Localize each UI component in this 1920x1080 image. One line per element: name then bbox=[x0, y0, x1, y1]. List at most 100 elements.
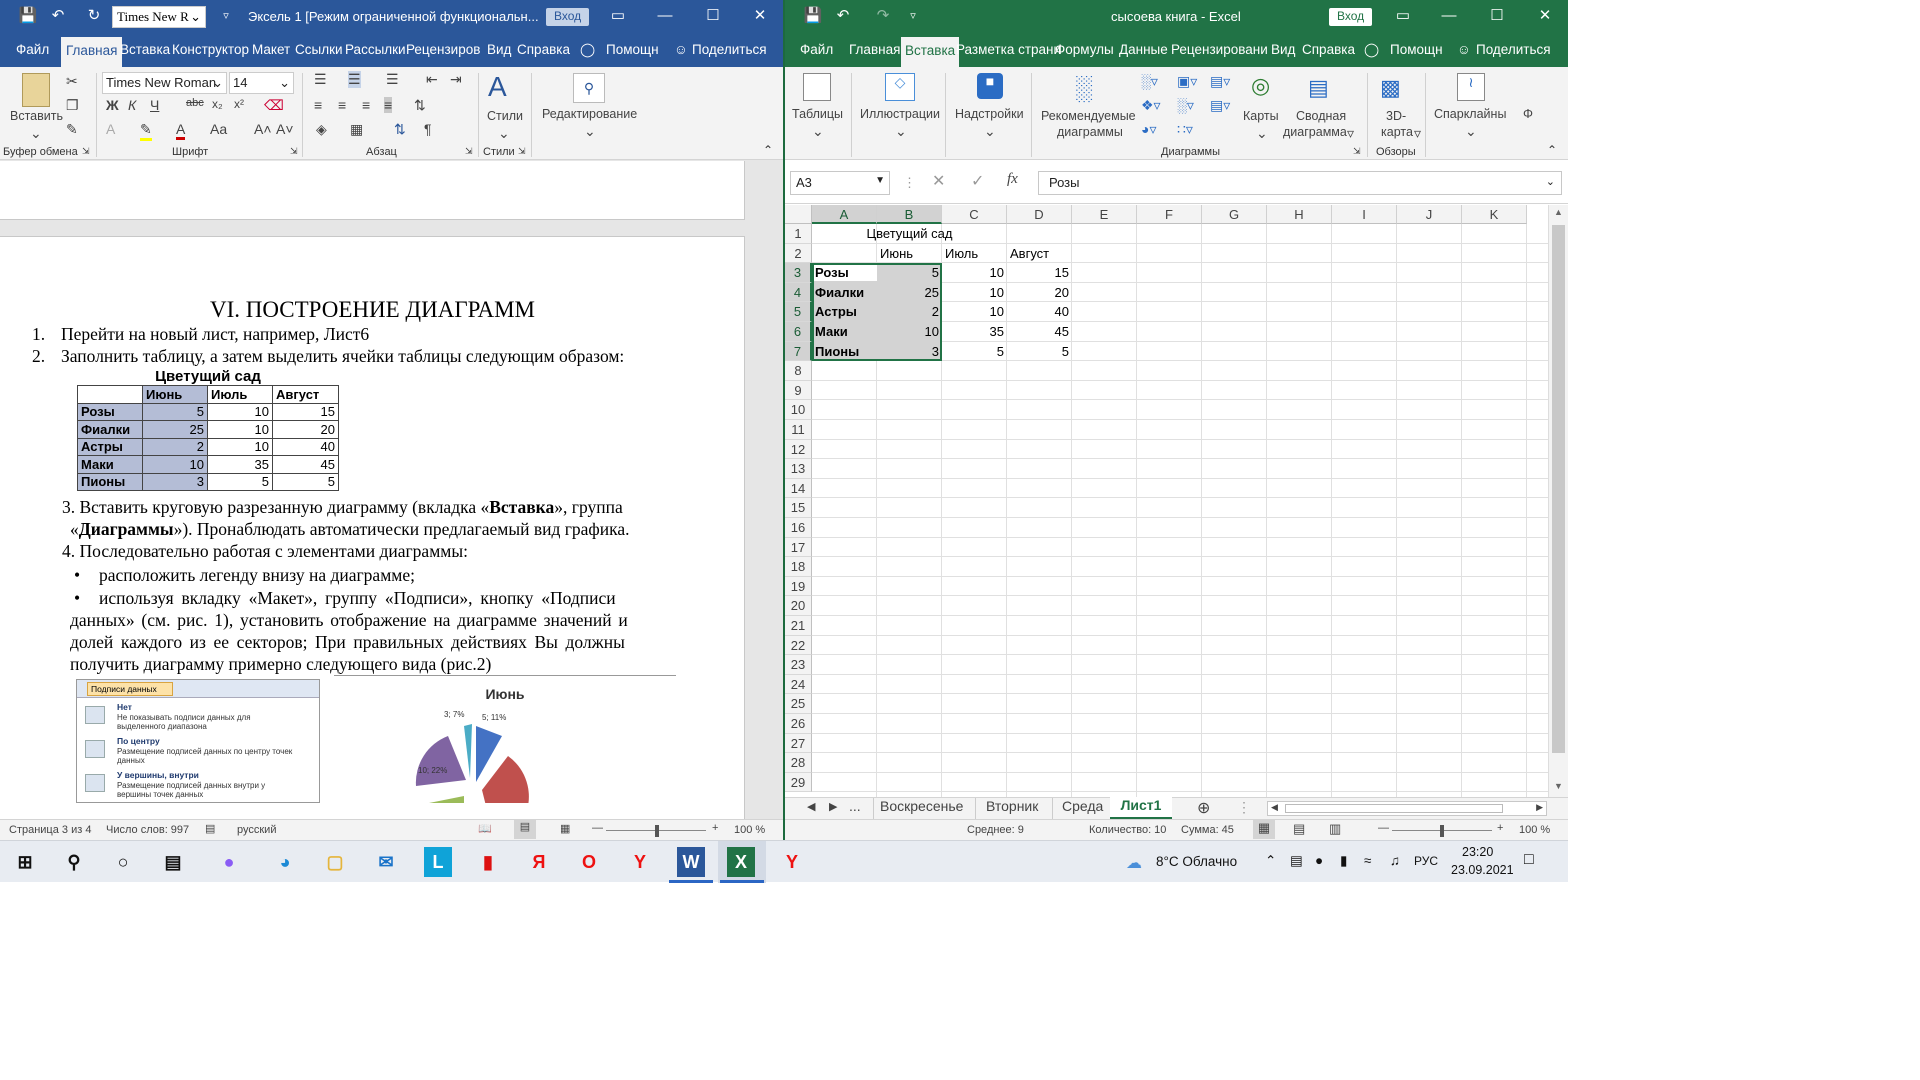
row-header[interactable]: 3 bbox=[785, 263, 812, 283]
cell[interactable]: Июль bbox=[942, 244, 1007, 264]
pivot-chart-line1[interactable]: Сводная bbox=[1296, 109, 1346, 123]
lightbulb-icon[interactable]: ◯ bbox=[580, 42, 595, 58]
align-left-icon[interactable]: ≡ bbox=[314, 97, 322, 113]
scroll-right-icon[interactable]: ▶ bbox=[829, 800, 837, 813]
row-header[interactable]: 4 bbox=[785, 282, 812, 303]
column-header[interactable]: I bbox=[1332, 205, 1397, 224]
tab-help[interactable]: Справка bbox=[517, 42, 570, 57]
scrollbar-thumb[interactable] bbox=[1285, 804, 1503, 813]
row-header[interactable]: 5 bbox=[785, 302, 812, 322]
volume-icon[interactable]: ♫ bbox=[1390, 853, 1400, 868]
sheet-tab[interactable]: Воскресенье bbox=[880, 798, 963, 814]
multilevel-list-icon[interactable]: ☰ bbox=[386, 71, 399, 88]
recommended-charts-line1[interactable]: Рекомендуемые bbox=[1041, 109, 1136, 123]
underline-icon[interactable]: Ч bbox=[150, 97, 159, 113]
language-indicator[interactable]: РУС bbox=[1414, 854, 1438, 868]
cell[interactable]: 5 bbox=[877, 263, 942, 283]
column-header[interactable]: J bbox=[1397, 205, 1462, 224]
sheet-tab-active[interactable]: Лист1 bbox=[1110, 797, 1172, 820]
dialog-launcher-icon[interactable]: ⇲ bbox=[465, 146, 473, 157]
cell[interactable]: Розы bbox=[812, 263, 877, 283]
row-header[interactable]: 22 bbox=[785, 635, 812, 656]
minimize-icon[interactable]: — bbox=[1439, 6, 1459, 26]
map3d-line2[interactable]: карта bbox=[1381, 125, 1413, 139]
tab-design[interactable]: Конструктор bbox=[172, 42, 249, 57]
tab-tell-me[interactable]: Помощн bbox=[606, 42, 659, 57]
align-right-icon[interactable]: ≡ bbox=[362, 97, 370, 113]
quick-font-box[interactable]: Times New R ⌄ bbox=[112, 6, 206, 28]
tab-insert[interactable]: Вставка bbox=[901, 37, 960, 67]
zoom-level[interactable]: 100 % bbox=[1519, 824, 1550, 836]
worksheet-grid[interactable]: ▲ ▼ A B C D E F G H I J K 1 2 3 4 5 6 7 8 9 10 11 12 13 14 15 16 17… bbox=[785, 205, 1568, 797]
ribbon-display-icon[interactable]: ▭ bbox=[1393, 6, 1413, 26]
more-sheets-button[interactable]: ... bbox=[849, 798, 861, 814]
device-icon[interactable]: ▤ bbox=[1290, 853, 1303, 869]
tab-view[interactable]: Вид bbox=[1271, 42, 1295, 57]
start-icon[interactable]: ⊞ bbox=[8, 847, 42, 877]
page-indicator[interactable]: Страница 3 из 4 bbox=[9, 824, 91, 836]
italic-icon[interactable]: К bbox=[128, 97, 136, 113]
sheet-tab[interactable]: Среда bbox=[1062, 798, 1103, 814]
addins-icon[interactable]: ■ bbox=[977, 73, 1003, 99]
cancel-icon[interactable]: ✕ bbox=[932, 171, 945, 191]
cell[interactable]: 10 bbox=[877, 322, 942, 342]
paste-button[interactable]: Вставить bbox=[10, 109, 63, 123]
formula-bar-grip-icon[interactable]: ⋮ bbox=[903, 175, 916, 191]
pivot-chart-line2[interactable]: диаграмма bbox=[1283, 125, 1347, 139]
highlight-icon[interactable]: ✎ bbox=[140, 121, 152, 141]
ribbon-display-icon[interactable]: ▭ bbox=[608, 6, 628, 26]
waterfall-chart-icon[interactable]: ▤▿ bbox=[1210, 73, 1230, 90]
collapse-ribbon-icon[interactable]: ⌃ bbox=[763, 143, 773, 157]
column-header[interactable]: A bbox=[812, 205, 877, 224]
stat-chart-icon[interactable]: ░▿ bbox=[1177, 97, 1194, 114]
row-header[interactable]: 19 bbox=[785, 576, 812, 597]
cell[interactable]: Июнь bbox=[877, 244, 942, 264]
row-header[interactable]: 21 bbox=[785, 616, 812, 636]
zoom-in-icon[interactable]: + bbox=[712, 822, 718, 834]
column-header[interactable]: H bbox=[1267, 205, 1332, 224]
status-count[interactable]: Количество: 10 bbox=[1089, 824, 1166, 836]
illustrations-icon[interactable]: ◇ bbox=[885, 73, 915, 101]
undo-icon[interactable]: ↶ bbox=[48, 6, 68, 26]
minimize-icon[interactable]: — bbox=[655, 6, 675, 26]
word-count[interactable]: Число слов: 997 bbox=[106, 824, 189, 836]
person-icon[interactable]: ☺ bbox=[1457, 42, 1471, 57]
tab-page-layout[interactable]: Разметка страни bbox=[956, 42, 1061, 57]
sheet-bar-grip-icon[interactable]: ⋮ bbox=[1237, 799, 1251, 816]
row-header[interactable]: 6 bbox=[785, 322, 812, 342]
save-icon[interactable]: 💾 bbox=[18, 6, 38, 26]
sheet-tab[interactable]: Вторник bbox=[986, 798, 1038, 814]
document-area[interactable]: VI. ПОСТРОЕНИЕ ДИАГРАММ 1. Перейти на но… bbox=[0, 161, 783, 826]
row-header[interactable]: 8 bbox=[785, 361, 812, 381]
close-icon[interactable]: ✕ bbox=[1535, 6, 1555, 26]
tab-home[interactable]: Главная bbox=[849, 42, 900, 57]
clear-formatting-icon[interactable]: ⌫ bbox=[264, 97, 284, 114]
person-icon[interactable]: ☺ bbox=[674, 42, 688, 57]
tab-formulas[interactable]: Формулы bbox=[1055, 42, 1114, 57]
bold-icon[interactable]: Ж bbox=[106, 97, 119, 113]
maps-button[interactable]: Карты bbox=[1243, 109, 1279, 123]
row-header[interactable]: 1 bbox=[785, 224, 812, 244]
cell[interactable]: 35 bbox=[942, 322, 1007, 342]
clock-time[interactable]: 23:20 bbox=[1462, 845, 1493, 859]
dialog-launcher-icon[interactable]: ⇲ bbox=[82, 146, 90, 157]
copy-icon[interactable]: ❐ bbox=[66, 97, 79, 114]
redo-icon[interactable]: ↻ bbox=[84, 6, 104, 26]
search-icon[interactable]: ⚲ bbox=[573, 73, 605, 103]
bullets-icon[interactable]: ☰ bbox=[314, 71, 327, 88]
tables-button[interactable]: Таблицы bbox=[792, 107, 843, 121]
cell[interactable]: Цветущий сад bbox=[812, 224, 1007, 244]
add-sheet-icon[interactable]: ⊕ bbox=[1197, 798, 1210, 818]
cell[interactable]: 3 bbox=[877, 342, 942, 362]
chevron-up-icon[interactable]: ⌃ bbox=[1265, 853, 1276, 869]
row-header[interactable]: 17 bbox=[785, 537, 812, 558]
cortana-icon[interactable]: ○ bbox=[106, 847, 140, 877]
tab-file[interactable]: Файл bbox=[16, 42, 49, 57]
cell[interactable]: 15 bbox=[1007, 263, 1072, 283]
word-icon[interactable]: W bbox=[677, 847, 705, 877]
yandex-browser-icon[interactable]: Y bbox=[623, 847, 657, 877]
show-marks-icon[interactable]: ¶ bbox=[424, 121, 432, 137]
excel-icon[interactable]: X bbox=[727, 847, 755, 877]
share-button[interactable]: Поделиться bbox=[1476, 42, 1551, 57]
read-mode-icon[interactable]: 📖 bbox=[478, 822, 492, 835]
